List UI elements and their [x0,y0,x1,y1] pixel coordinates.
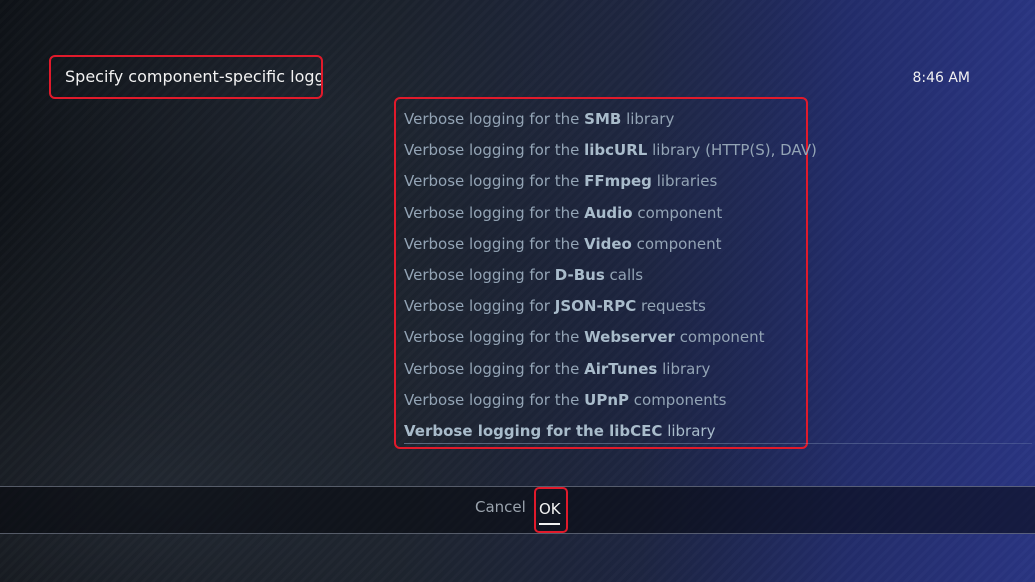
item-prefix: Verbose logging for the [404,359,585,378]
item-keyword: Audio [584,203,633,222]
item-suffix: component [632,203,723,222]
clock: 8:46 AM [912,70,970,86]
item-suffix: library [657,359,711,378]
item-prefix: Verbose logging for [404,297,555,316]
cancel-button[interactable]: Cancel [475,498,526,516]
item-prefix: Verbose logging for the [404,390,585,409]
list-item-video[interactable]: Verbose logging for the Video component [404,229,844,260]
item-suffix: library [662,421,716,440]
list-divider [404,443,1032,444]
item-prefix: Verbose logging for the [404,328,585,347]
item-suffix: libraries [651,172,718,191]
item-suffix: requests [636,297,706,316]
item-prefix: Verbose logging for the [404,141,585,160]
item-keyword: UPnP [584,390,629,409]
ok-focus-underline [539,523,560,525]
item-keyword: SMB [584,110,622,128]
item-prefix: Verbose logging for the [404,110,585,128]
item-prefix: Verbose logging for the [404,203,585,222]
item-keyword: Video [584,234,632,253]
item-keyword: Webserver [584,328,675,347]
item-suffix: library [621,110,675,128]
list-item-webserver[interactable]: Verbose logging for the Webserver compon… [404,322,844,353]
list-item-ffmpeg[interactable]: Verbose logging for the FFmpeg libraries [404,166,844,197]
dialog-heading: Specify component-specific logging... [49,55,323,99]
item-suffix: calls [604,265,644,284]
list-item-airtunes[interactable]: Verbose logging for the AirTunes library [404,354,844,385]
item-keyword: libCEC [609,421,663,440]
item-keyword: libcURL [584,141,648,160]
item-keyword: AirTunes [584,359,658,378]
item-keyword: JSON-RPC [554,297,637,316]
item-suffix: component [674,328,765,347]
list-item-audio[interactable]: Verbose logging for the Audio component [404,198,844,229]
item-prefix: Verbose logging for [404,265,555,284]
item-keyword: FFmpeg [584,172,652,191]
logging-component-list: Verbose logging for the SMB library Verb… [404,104,844,447]
dialog-button-bar: Cancel [0,486,1035,534]
list-item-json-rpc[interactable]: Verbose logging for JSON-RPC requests [404,291,844,322]
dialog-heading-text: Specify component-specific logging... [65,67,321,86]
item-suffix: library (HTTP(S), DAV) [647,141,817,160]
ok-button[interactable]: OK [539,500,561,518]
item-prefix: Verbose logging for the [404,234,585,253]
item-prefix: Verbose logging for the [404,421,610,440]
list-item-libcurl[interactable]: Verbose logging for the libcURL library … [404,135,844,166]
item-keyword: D-Bus [554,265,605,284]
item-suffix: component [631,234,722,253]
item-prefix: Verbose logging for the [404,172,585,191]
list-item-smb[interactable]: Verbose logging for the SMB library [404,104,844,135]
item-suffix: components [629,390,727,409]
list-item-dbus[interactable]: Verbose logging for D-Bus calls [404,260,844,291]
list-item-upnp[interactable]: Verbose logging for the UPnP components [404,385,844,416]
